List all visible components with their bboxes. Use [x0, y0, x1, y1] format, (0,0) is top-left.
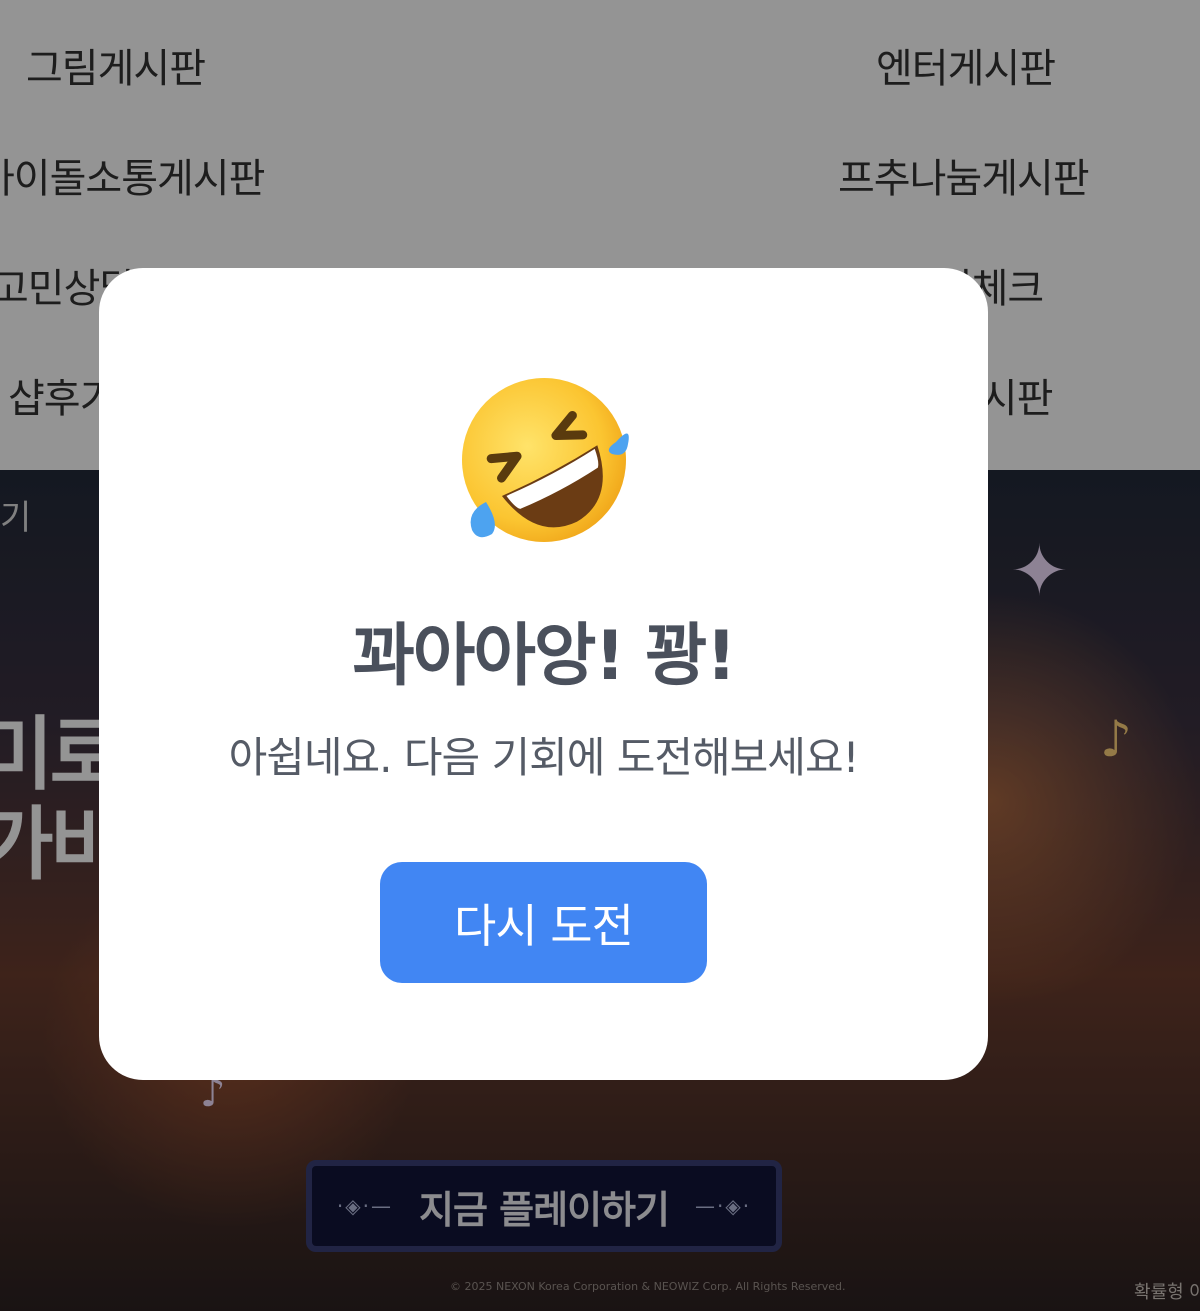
rolling-on-floor-laughing-icon	[462, 378, 629, 542]
modal-message: 아쉽네요. 다음 기회에 도전해보세요!	[228, 733, 860, 782]
retry-button[interactable]: 다시 도전	[380, 862, 707, 983]
modal-title: 꽈아아앙! 꽝!	[352, 617, 737, 696]
